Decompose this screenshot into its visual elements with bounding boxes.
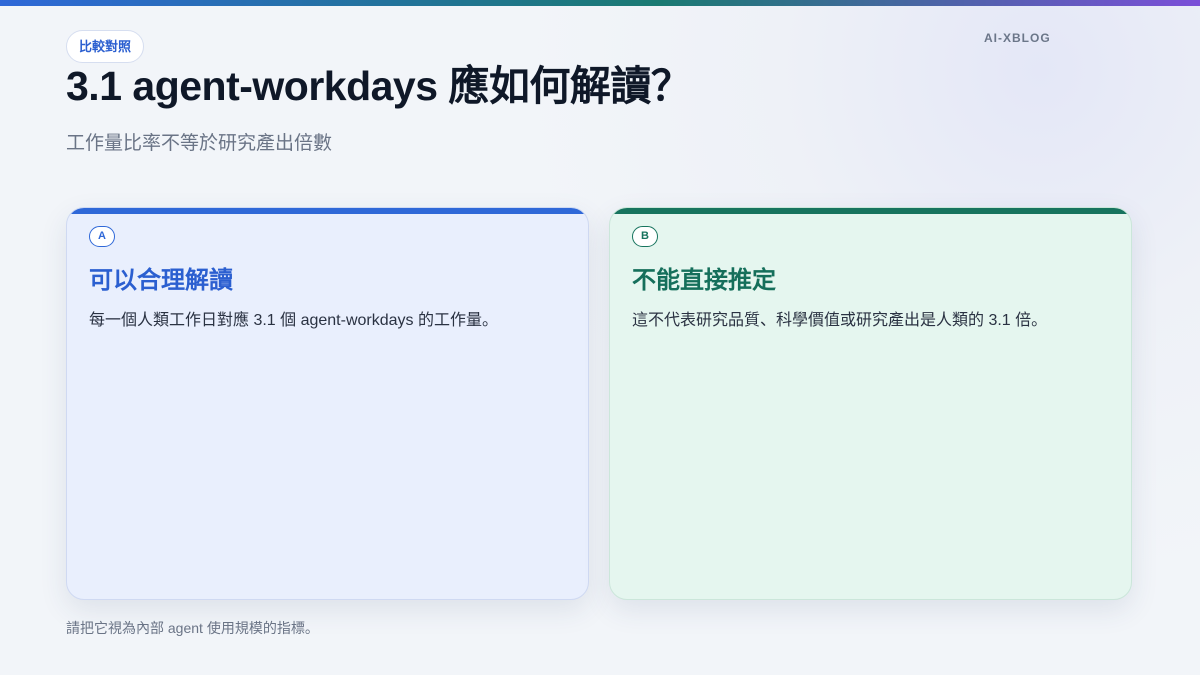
- comparison-card-b: B 不能直接推定 這不代表研究品質、科學價值或研究產出是人類的 3.1 倍。: [609, 207, 1132, 600]
- card-b-body: 這不代表研究品質、科學價值或研究產出是人類的 3.1 倍。: [632, 312, 1048, 329]
- brand-label: AI-XBLOG: [984, 31, 1051, 45]
- card-a-body: 每一個人類工作日對應 3.1 個 agent-workdays 的工作量。: [89, 312, 498, 329]
- footnote: 請把它視為內部 agent 使用規模的指標。: [66, 620, 319, 636]
- top-accent-bar: [0, 0, 1200, 6]
- card-b-title: 不能直接推定: [632, 267, 776, 294]
- card-a-accent-stripe: [67, 208, 588, 214]
- card-a-title: 可以合理解讀: [89, 267, 233, 294]
- page-subtitle: 工作量比率不等於研究產出倍數: [66, 133, 333, 154]
- card-b-accent-stripe: [610, 208, 1131, 214]
- comparison-card-a: A 可以合理解讀 每一個人類工作日對應 3.1 個 agent-workdays…: [66, 207, 589, 600]
- card-a-badge: A: [89, 226, 115, 247]
- card-b-badge: B: [632, 226, 658, 247]
- page-title: 3.1 agent-workdays 應如何解讀？: [66, 63, 692, 109]
